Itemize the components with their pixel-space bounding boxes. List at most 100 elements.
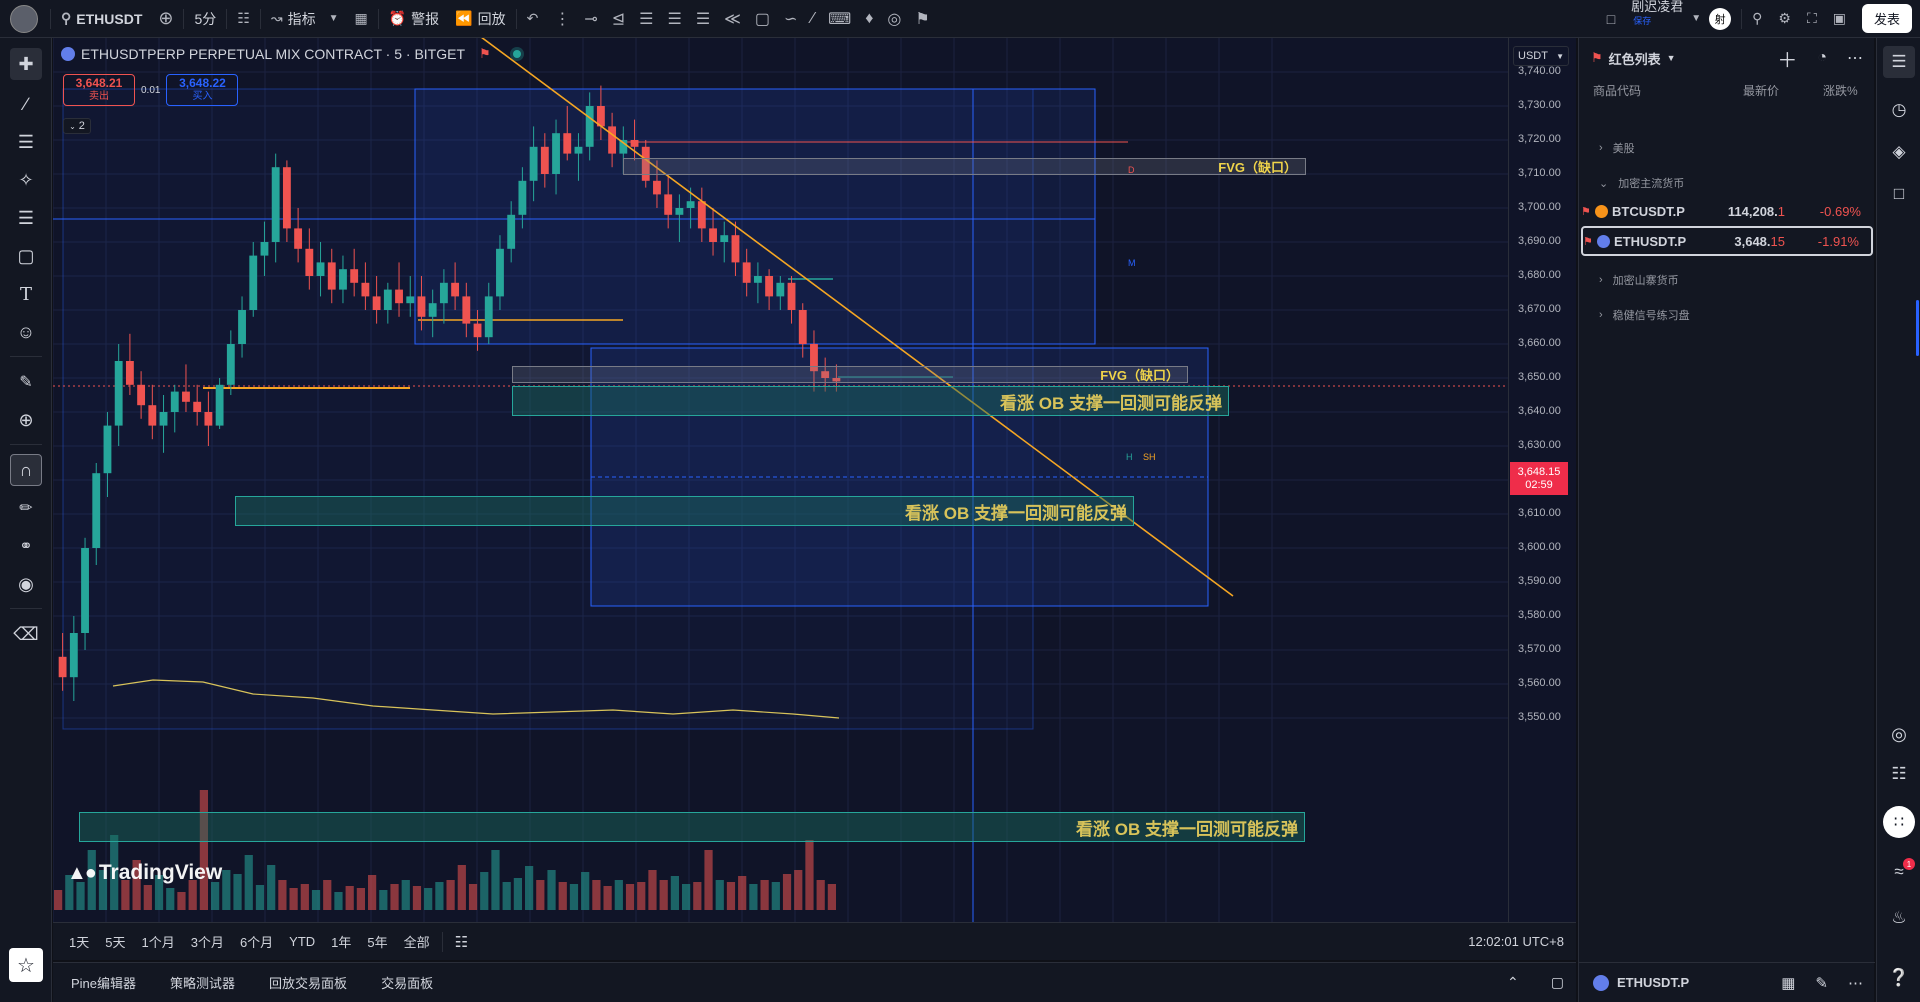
add-symbol-icon[interactable]: ＋ (1777, 44, 1797, 73)
user-avatar[interactable] (0, 0, 48, 38)
col-symbol[interactable]: 商品代码 (1593, 82, 1641, 99)
pattern-tool[interactable]: ✧ (10, 164, 42, 196)
range-1m[interactable]: 1个月 (135, 928, 180, 955)
interval-button[interactable]: 5分 (186, 0, 224, 38)
fvg-label-1[interactable]: FVG（缺口） (623, 158, 1306, 175)
more-icon[interactable]: ⋯ (1847, 48, 1863, 68)
hide-drawings-tool[interactable]: ◉ (10, 568, 42, 600)
chat-toggle[interactable]: □ (1883, 178, 1915, 210)
text-tool[interactable]: T (10, 278, 42, 310)
indicator-collapse-toggle[interactable]: ⌄ 2 (63, 118, 91, 134)
watchlist-title[interactable]: 红色列表 (1609, 49, 1661, 68)
publish-button[interactable]: 发表 (1854, 0, 1920, 38)
layout-name[interactable]: 剧迟凌君 保存 (1623, 0, 1691, 38)
buy-button[interactable]: 3,648.22 买入 (166, 74, 239, 106)
bars-pattern-icon[interactable]: ♦ (865, 10, 873, 28)
range-1d[interactable]: 1天 (63, 928, 95, 955)
watchlist-row-eth[interactable]: ⚑ ETHUSDT.P 3,648.15 -1.91% (1581, 226, 1873, 256)
utc-clock[interactable]: 12:02:01 UTC+8 (1468, 934, 1564, 949)
ray-tool-icon[interactable]: ⊴ (612, 9, 625, 29)
group-alt[interactable]: › 加密山寨货币 (1599, 272, 1679, 288)
alerts-toggle[interactable]: ◷ (1883, 94, 1915, 126)
range-all[interactable]: 全部 (398, 928, 436, 955)
group-signal[interactable]: › 稳健信号练习盘 (1599, 307, 1690, 323)
col-change[interactable]: 涨跌% (1823, 82, 1858, 99)
sell-button[interactable]: 3,648.21 卖出 (63, 74, 135, 106)
ob-zone-1[interactable]: 看涨 OB 支撑一回测可能反弹 (512, 386, 1229, 416)
emoji-tool[interactable]: ☺ (10, 316, 42, 348)
ob-zone-2[interactable]: 看涨 OB 支撑一回测可能反弹 (235, 496, 1134, 526)
path-tool-icon[interactable]: ∽ (784, 9, 797, 29)
indicators-button[interactable]: ↝ 指标 ▼ (263, 0, 347, 38)
currency-selector[interactable]: USDT ▼ (1513, 46, 1569, 66)
price-axis[interactable]: USDT ▼ 3,740.00 3,730.00 3,720.00 3,710.00 3… (1508, 38, 1576, 922)
notifications-toggle[interactable]: ♨ (1883, 902, 1915, 934)
flag-icon[interactable]: ⚑ (479, 46, 491, 62)
price-label-icon[interactable]: ⚑ (915, 9, 929, 29)
crosshair-tool[interactable]: ✚ (10, 48, 42, 80)
calendar-toggle[interactable]: ☷ (1883, 758, 1915, 790)
news-toggle[interactable]: ≈ 1 (1883, 856, 1915, 888)
products-toggle[interactable]: ∷ (1883, 806, 1915, 838)
range-6m[interactable]: 6个月 (234, 928, 279, 955)
fullscreen-toggle[interactable]: □ (1599, 0, 1623, 38)
templates-button[interactable]: ▦ (346, 0, 375, 38)
chevron-down-icon[interactable]: ▼ (1667, 53, 1676, 63)
shapes-tool[interactable]: ▢ (10, 240, 42, 272)
trendline-tool[interactable]: ∕ (10, 88, 42, 120)
scroll-indicator[interactable] (1916, 300, 1919, 356)
ob-zone-3[interactable]: 看涨 OB 支撑一回测可能反弹 (79, 812, 1305, 842)
trend-tool-icon[interactable]: ∕ (811, 10, 814, 28)
range-3m[interactable]: 3个月 (185, 928, 230, 955)
undo-button[interactable]: ↶ (519, 0, 547, 38)
rectangle-tool-icon[interactable]: ▢ (755, 9, 770, 29)
range-5d[interactable]: 5天 (99, 928, 131, 955)
chart-type-button[interactable]: ☷ (229, 0, 258, 38)
settings-button[interactable]: ⚙ (1770, 0, 1799, 38)
drag-handle-icon[interactable]: ⋮ (554, 9, 570, 29)
pitchfork-tool-icon[interactable]: ≪ (724, 9, 741, 29)
gann-tool-icon[interactable]: ☰ (696, 9, 710, 29)
replay-button[interactable]: ⏪ 回放 (447, 0, 513, 38)
footer-symbol[interactable]: ETHUSDT.P (1617, 975, 1689, 990)
tab-strategy-tester[interactable]: 策略测试器 (162, 967, 243, 998)
pie-chart-icon[interactable]: ◔ (1817, 49, 1827, 67)
goto-date-button[interactable]: ☷ (449, 929, 474, 955)
tab-pine-editor[interactable]: Pine编辑器 (63, 967, 144, 998)
collapse-panel-icon[interactable]: ⌃ (1507, 974, 1519, 991)
chart-area[interactable]: FVG（缺口） FVG（缺口） 看涨 OB 支撑一回测可能反弹 看涨 OB 支撑… (53, 38, 1576, 960)
range-ytd[interactable]: YTD (283, 930, 321, 953)
drawing-mode-tool[interactable]: ✏ (10, 492, 42, 524)
chevron-down-icon[interactable]: ▼ (1691, 13, 1701, 24)
zoom-tool[interactable]: ⊕ (10, 404, 42, 436)
watchlist-row-btc[interactable]: ⚑ BTCUSDT.P 114,208.1 -0.69% (1579, 196, 1875, 226)
channel-tool-icon[interactable]: ☰ (639, 9, 653, 29)
fvg-label-2[interactable]: FVG（缺口） (512, 366, 1188, 383)
line-tool-icon[interactable]: ⊸ (584, 9, 597, 29)
maximize-panel-icon[interactable]: ▢ (1551, 974, 1564, 991)
range-5y[interactable]: 5年 (361, 928, 393, 955)
group-crypto[interactable]: ⌄ 加密主流货币 (1599, 175, 1684, 191)
edit-icon[interactable]: ✎ (1815, 974, 1828, 992)
ruler-tool[interactable]: ✎ (10, 366, 42, 398)
group-us[interactable]: › 美股 (1599, 140, 1635, 156)
watchlist-toggle[interactable]: ☰ (1883, 46, 1915, 78)
favorites-tool[interactable]: ☆ (9, 948, 43, 982)
tab-replay-trading[interactable]: 回放交易面板 (261, 967, 355, 998)
ideas-toggle[interactable]: ◎ (1883, 718, 1915, 750)
target-tool-icon[interactable]: ◎ (887, 9, 901, 29)
remove-drawings-tool[interactable]: ⌫ (10, 618, 42, 650)
magnet-tool[interactable]: ∩ (10, 454, 42, 486)
symbol-search[interactable]: ⚲ ETHUSDT (53, 0, 150, 38)
snapshot-button[interactable]: ▣ (1825, 0, 1854, 38)
projection-tool[interactable]: ☰ (10, 202, 42, 234)
fib-tool-icon[interactable]: ☰ (667, 9, 681, 29)
fullscreen-button[interactable]: ⛶ (1799, 0, 1825, 38)
compare-button[interactable]: ⊕ (150, 0, 181, 38)
more-icon[interactable]: ⋯ (1848, 974, 1863, 992)
range-1y[interactable]: 1年 (325, 928, 357, 955)
fib-tool[interactable]: ☰ (10, 126, 42, 158)
account-badge[interactable]: 射 (1701, 0, 1739, 38)
legend-title[interactable]: ETHUSDTPERP PERPETUAL MIX CONTRACT · 5 ·… (81, 46, 465, 62)
brush-tool-icon[interactable]: ⌨ (828, 9, 851, 29)
